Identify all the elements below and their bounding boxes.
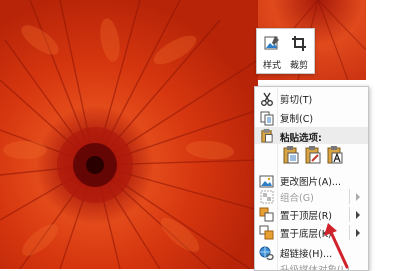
scissors-icon xyxy=(261,92,273,106)
style-label: 样式 xyxy=(262,61,281,71)
submenu-arrow-icon xyxy=(356,211,360,219)
picture-style-icon xyxy=(264,36,279,50)
crop-button[interactable]: 裁剪 xyxy=(286,32,312,71)
submenu-separator xyxy=(349,189,350,204)
paste-text-only-icon xyxy=(327,146,343,164)
crop-label: 裁剪 xyxy=(289,61,308,71)
paste-options-label: 粘贴选项: xyxy=(280,133,322,144)
menu-item-group[interactable]: 组合(G) xyxy=(255,186,368,206)
mini-toolbar: 样式 裁剪 xyxy=(256,28,315,74)
flower-image xyxy=(0,0,258,269)
group-icon xyxy=(260,190,274,204)
copy-icon xyxy=(260,111,274,126)
clipboard-icon xyxy=(261,128,273,143)
submenu-arrow-icon xyxy=(356,193,360,201)
menu-item-cut[interactable]: 剪切(T) xyxy=(255,88,368,109)
send-to-back-icon xyxy=(259,225,274,240)
paste-use-destination-theme-button[interactable] xyxy=(281,145,301,165)
paste-keep-format-icon xyxy=(305,146,321,164)
paste-options-header: 粘贴选项: xyxy=(255,127,368,144)
menu-item-copy[interactable]: 复制(C) xyxy=(255,107,368,128)
submenu-arrow-icon xyxy=(356,229,360,237)
style-button[interactable]: 样式 xyxy=(259,32,285,71)
paste-text-only-button[interactable] xyxy=(325,145,345,165)
crop-icon xyxy=(292,36,306,51)
group-label: 组合(G) xyxy=(280,193,314,204)
flower-photo[interactable] xyxy=(0,0,258,269)
paste-keep-formatting-button[interactable] xyxy=(303,145,323,165)
bring-to-front-label: 置于顶层(R) xyxy=(280,211,333,222)
paste-options-row xyxy=(278,143,368,169)
copy-label: 复制(C) xyxy=(280,114,314,125)
submenu-separator xyxy=(349,207,350,222)
annotation-arrow-icon xyxy=(324,223,349,269)
bring-to-front-icon xyxy=(259,207,274,222)
cut-label: 剪切(T) xyxy=(280,95,313,106)
paste-destination-icon xyxy=(283,146,299,164)
